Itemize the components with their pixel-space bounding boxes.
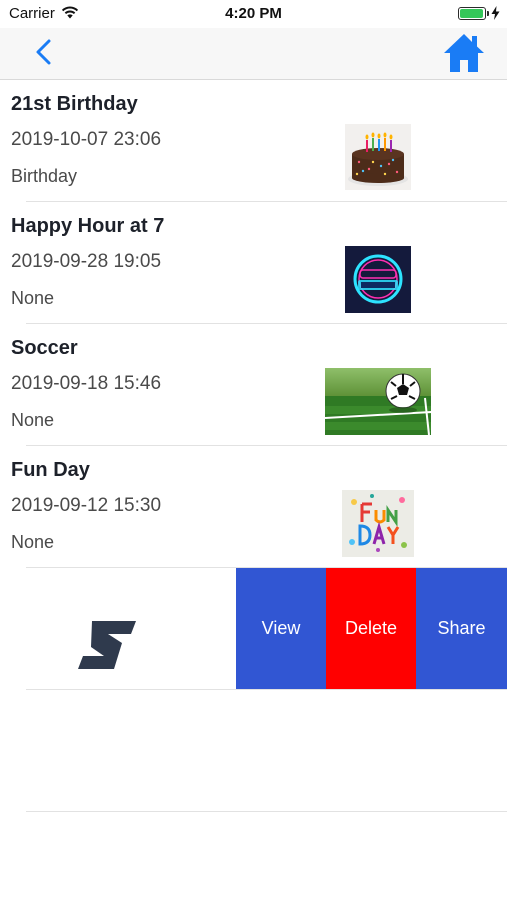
event-title: Soccer (11, 337, 78, 359)
charging-bolt-icon (491, 6, 500, 20)
empty-row (0, 690, 507, 812)
event-title: Happy Hour at 7 (11, 215, 165, 237)
event-title: 21st Birthday (11, 93, 138, 115)
event-row-happy-hour[interactable]: Happy Hour at 7 2019-09-28 19:05 None (0, 202, 507, 324)
home-icon (444, 34, 484, 72)
event-category: None (11, 288, 55, 308)
clock-time: 4:20 PM (225, 5, 282, 22)
event-category: None (11, 532, 55, 552)
event-category: Birthday (11, 166, 78, 186)
event-row-birthday[interactable]: 21st Birthday 2019-10-07 23:06 Birthday (0, 80, 507, 202)
home-button[interactable] (442, 32, 486, 74)
event-date: 2019-10-07 23:06 (11, 129, 162, 150)
event-row-soccer[interactable]: Soccer 2019-09-18 15:46 None (0, 324, 507, 446)
battery-icon (458, 7, 489, 20)
delete-button[interactable]: Delete (326, 568, 416, 689)
share-button[interactable]: Share (416, 568, 507, 689)
soccer-thumbnail (325, 368, 431, 435)
event-category: None (11, 410, 55, 430)
event-title: Fun Day (11, 459, 90, 481)
birthday-cake-thumbnail (345, 124, 411, 190)
row-separator (26, 811, 507, 812)
event-row-fun-day[interactable]: Fun Day 2019-09-12 15:30 None (0, 446, 507, 568)
status-bar: Carrier 4:20 PM (0, 0, 507, 28)
chevron-left-icon (36, 39, 51, 65)
happy-hour-thumbnail (345, 246, 411, 313)
event-date: 2019-09-28 19:05 (11, 251, 162, 272)
event-date: 2019-09-12 15:30 (11, 495, 162, 516)
s-logo-icon (78, 621, 136, 669)
fun-day-thumbnail (342, 490, 414, 557)
navigation-bar (0, 28, 507, 80)
back-button[interactable] (34, 38, 56, 68)
event-date: 2019-09-18 15:46 (11, 373, 162, 394)
view-button[interactable]: View (236, 568, 326, 689)
